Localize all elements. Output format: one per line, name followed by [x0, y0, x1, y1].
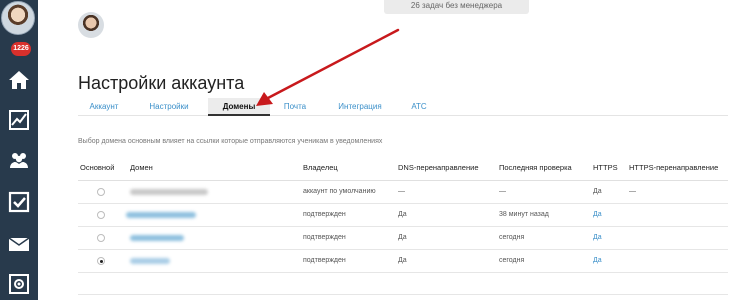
https-link[interactable]: Да	[593, 257, 602, 264]
tab-domains[interactable]: Домены	[208, 98, 270, 116]
https-cell: Да	[593, 188, 602, 195]
page-title: Настройки аккаунта	[78, 73, 245, 93]
primary-radio[interactable]	[97, 188, 105, 196]
table-row: подтвержден Да сегодня Да	[78, 250, 728, 273]
column-header: HTTPS	[593, 163, 618, 172]
last-check-cell: сегодня	[499, 234, 525, 241]
divider	[78, 294, 728, 295]
domain-value-redacted	[130, 189, 208, 195]
mail-icon[interactable]	[5, 230, 33, 258]
https-link[interactable]: Да	[593, 234, 602, 241]
domain-link-redacted[interactable]	[130, 258, 170, 264]
avatar[interactable]	[78, 12, 104, 38]
last-check-cell: —	[499, 188, 506, 195]
column-header: Основной	[80, 163, 115, 172]
owner-cell: подтвержден	[303, 257, 346, 264]
notification-badge[interactable]: 1226	[11, 42, 31, 56]
column-header: DNS-перенаправление	[398, 163, 479, 172]
domain-link-redacted[interactable]	[126, 212, 196, 218]
dns-cell: —	[398, 188, 405, 195]
domain-hint: Выбор домена основным влияет на ссылки к…	[78, 138, 383, 145]
primary-radio[interactable]	[97, 211, 105, 219]
owner-cell: аккаунт по умолчанию	[303, 188, 376, 195]
home-icon[interactable]	[5, 66, 33, 94]
domain-link-redacted[interactable]	[130, 235, 184, 241]
table-row: аккаунт по умолчанию — — Да —	[78, 181, 728, 204]
tab-mail[interactable]: Почта	[278, 98, 312, 116]
tab-ats[interactable]: АТС	[404, 98, 434, 116]
sidebar: 1226	[0, 0, 38, 300]
settings-icon[interactable]	[5, 270, 33, 298]
tab-settings[interactable]: Настройки	[140, 98, 198, 116]
tab-integration[interactable]: Интеграция	[330, 98, 390, 116]
chart-icon[interactable]	[5, 106, 33, 134]
dns-cell: Да	[398, 234, 407, 241]
sidebar-avatar[interactable]	[1, 1, 35, 35]
checkbox-icon[interactable]	[5, 188, 33, 216]
primary-radio[interactable]	[97, 234, 105, 242]
users-icon[interactable]	[5, 146, 33, 174]
unassigned-tasks-info[interactable]: 26 задач без менеджера	[384, 0, 529, 14]
column-header: HTTPS-перенаправление	[629, 163, 719, 172]
domains-table: Основной Домен Владелец DNS-перенаправле…	[78, 155, 728, 273]
https-link[interactable]: Да	[593, 211, 602, 218]
dns-cell: Да	[398, 257, 407, 264]
https-redirect-cell: —	[629, 188, 636, 195]
column-header: Последняя проверка	[499, 163, 572, 172]
dns-cell: Да	[398, 211, 407, 218]
table-header: Основной Домен Владелец DNS-перенаправле…	[78, 155, 728, 181]
table-row: подтвержден Да сегодня Да	[78, 227, 728, 250]
table-row: подтвержден Да 38 минут назад Да	[78, 204, 728, 227]
owner-cell: подтвержден	[303, 234, 346, 241]
column-header: Домен	[130, 163, 153, 172]
owner-cell: подтвержден	[303, 211, 346, 218]
tab-bar: Аккаунт Настройки Домены Почта Интеграци…	[78, 98, 728, 116]
tab-account[interactable]: Аккаунт	[78, 98, 130, 116]
last-check-cell: 38 минут назад	[499, 211, 549, 218]
column-header: Владелец	[303, 163, 338, 172]
primary-radio-selected[interactable]	[97, 257, 105, 265]
last-check-cell: сегодня	[499, 257, 525, 264]
